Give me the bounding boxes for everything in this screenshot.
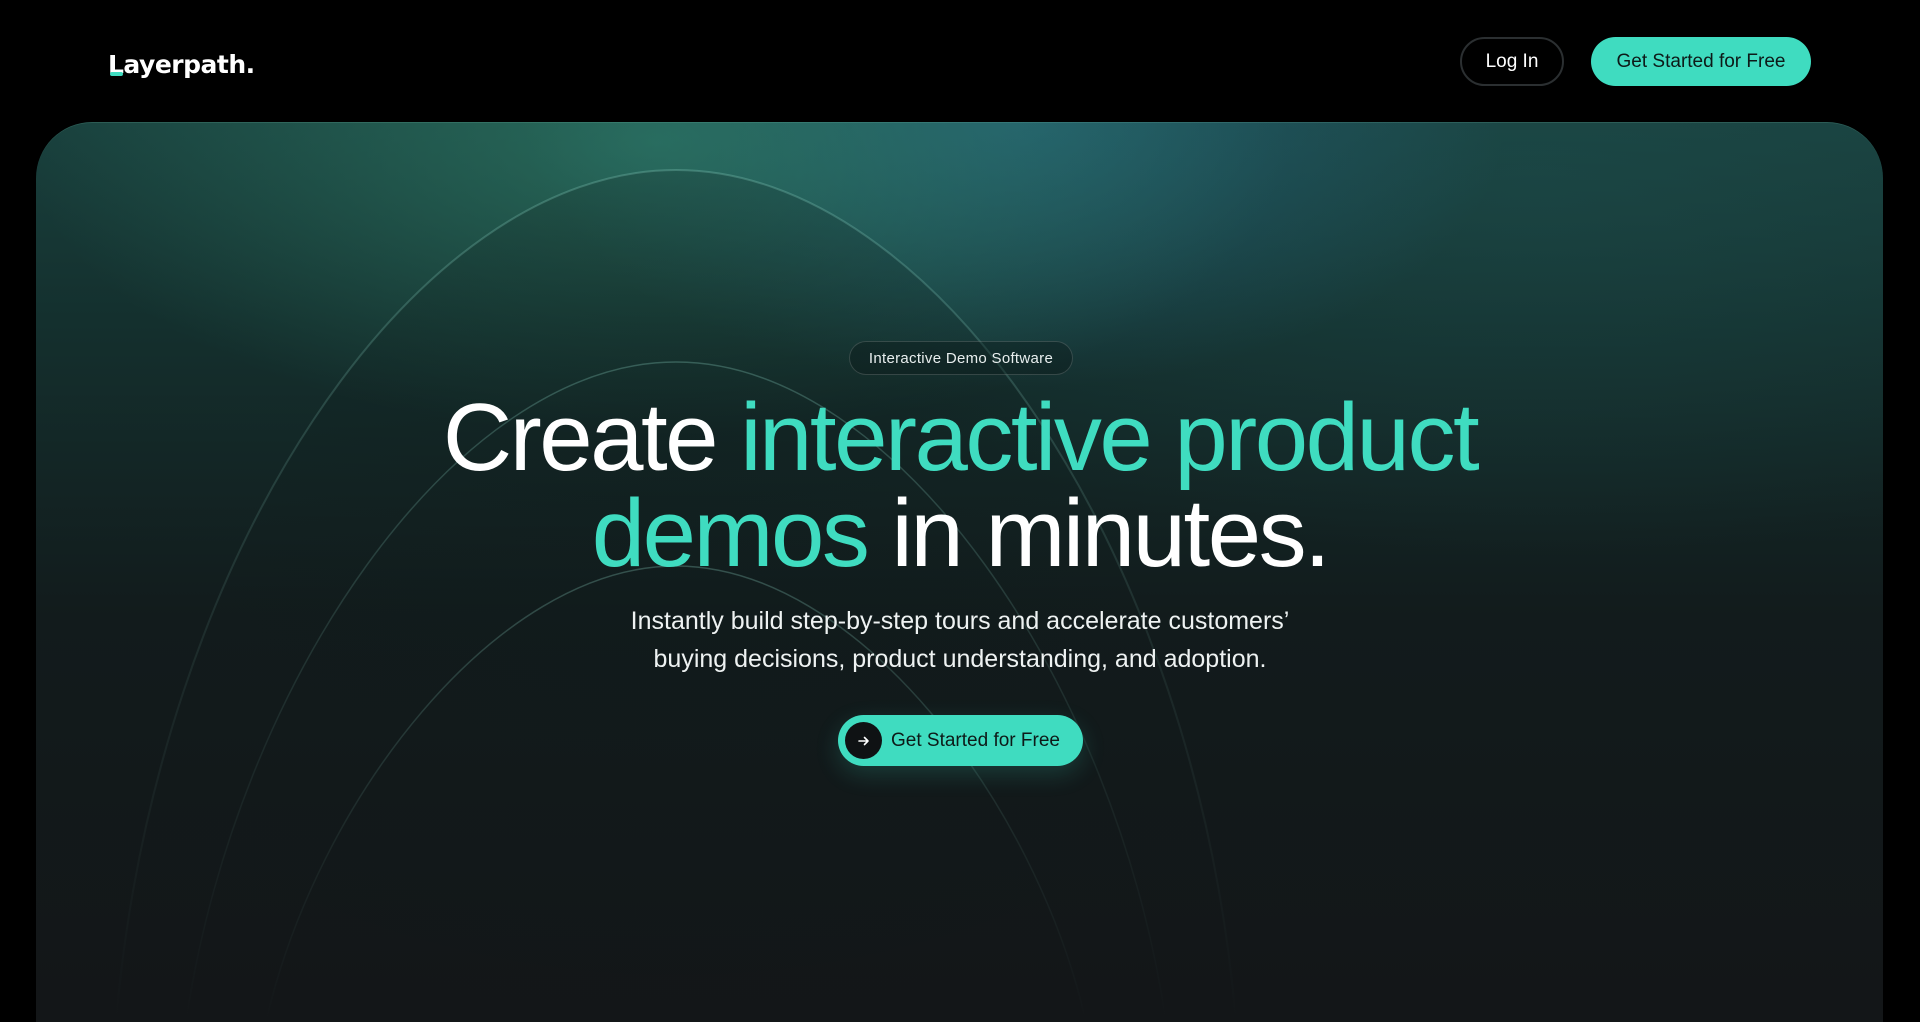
subtitle-line-1: Instantly build step-by-step tours and a… (630, 607, 1290, 635)
subtitle-line-2: buying decisions, product understanding,… (653, 645, 1267, 673)
header-get-started-button[interactable]: Get Started for Free (1591, 37, 1811, 86)
headline-plain-2: in minutes. (867, 480, 1331, 587)
hero-subtitle: Instantly build step-by-step tours and a… (460, 602, 1460, 678)
arrow-right-icon (845, 722, 882, 759)
headline-plain-1: Create (442, 384, 741, 491)
hero-get-started-button[interactable]: Get Started for Free (838, 715, 1083, 766)
arc-outer (115, 168, 1237, 1022)
headline-line-2: demos in minutes. (260, 486, 1660, 582)
hero-cta-label: Get Started for Free (891, 729, 1060, 751)
logo-accent-mark (110, 72, 123, 76)
category-badge: Interactive Demo Software (849, 341, 1073, 375)
site-header: Layerpath. Log In Get Started for Free (0, 0, 1920, 122)
headline-accent-1: interactive product (740, 384, 1479, 491)
logo[interactable]: Layerpath. (108, 44, 255, 80)
login-button[interactable]: Log In (1460, 37, 1564, 86)
headline-line-1: Create interactive product (260, 390, 1660, 486)
hero-headline: Create interactive product demos in minu… (260, 390, 1660, 582)
headline-accent-2: demos (591, 480, 870, 587)
logo-text: Layerpath. (108, 50, 255, 79)
